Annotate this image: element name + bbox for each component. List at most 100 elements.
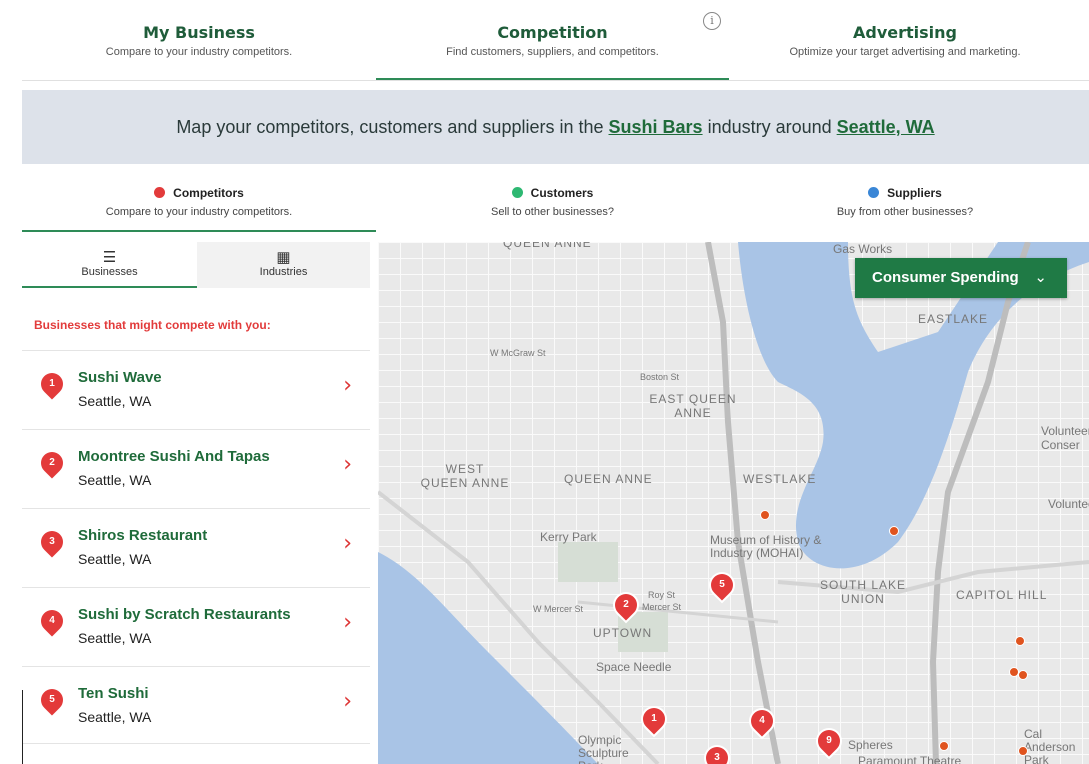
map-label: Spheres	[848, 738, 893, 752]
tab-subtitle: Optimize your target advertising and mar…	[789, 46, 1021, 58]
chevron-right-icon[interactable]: ›	[343, 373, 352, 398]
map-dot[interactable]	[760, 510, 770, 520]
map-label: Gas Works	[833, 242, 893, 256]
subtab-label: Businesses	[81, 266, 138, 278]
tab-subtitle: Compare to your industry competitors.	[105, 46, 293, 58]
map-label: W McGraw St	[490, 348, 546, 358]
category-competitors[interactable]: Competitors Compare to your industry com…	[22, 172, 376, 232]
business-row[interactable]: 1 Sushi Wave Seattle, WA ›	[22, 350, 370, 428]
subtab-businesses[interactable]: ☰ Businesses	[22, 242, 197, 288]
dropdown-label: Consumer Spending	[872, 269, 1019, 286]
map-dot[interactable]	[1018, 746, 1028, 756]
category-customers[interactable]: Customers Sell to other businesses?	[376, 172, 729, 232]
list-heading: Businesses that might compete with you:	[34, 318, 271, 332]
business-row[interactable]: 4 Sushi by Scratch Restaurants Seattle, …	[22, 587, 370, 665]
tab-title: My Business	[143, 23, 255, 42]
building-icon: ▦	[276, 249, 291, 266]
tab-competition[interactable]: Competition Find customers, suppliers, a…	[376, 6, 729, 80]
map-dot[interactable]	[889, 526, 899, 536]
category-title: Competitors	[173, 186, 244, 200]
map-label: Volunteer	[1048, 497, 1089, 511]
map-label: Mercer St	[642, 602, 682, 612]
business-name: Moontree Sushi And Tapas	[78, 448, 270, 465]
chevron-right-icon[interactable]: ›	[343, 689, 352, 714]
category-subtitle: Compare to your industry competitors.	[105, 206, 293, 218]
category-title: Customers	[530, 186, 594, 200]
competitor-map-pin[interactable]: 1	[638, 703, 670, 735]
subtab-industries[interactable]: ▦ Industries	[197, 242, 370, 288]
business-name: Sushi Wave	[78, 369, 162, 386]
info-icon[interactable]: i	[703, 12, 721, 30]
map-label: EAST QUEEN ANNE	[649, 392, 737, 420]
business-row[interactable]: 3 Shiros Restaurant Seattle, WA ›	[22, 508, 370, 586]
map-label: SOUTH LAKE UNION	[819, 578, 907, 606]
business-name: Shiros Restaurant	[78, 527, 208, 544]
map-view[interactable]: QUEEN ANNE Gas Works EASTLAKE W McGraw S…	[378, 242, 1089, 764]
map-label: WEST QUEEN ANNE	[420, 462, 510, 490]
banner-prefix: Map your competitors, customers and supp…	[176, 117, 609, 137]
map-pin-icon: 5	[36, 684, 68, 716]
map-label: QUEEN ANNE	[503, 242, 592, 250]
competitors-dot	[154, 187, 166, 198]
location-link[interactable]: Seattle, WA	[837, 117, 935, 137]
map-label: QUEEN ANNE	[564, 472, 653, 486]
suppliers-dot	[868, 187, 880, 198]
map-label: CAPITOL HILL	[956, 588, 1048, 602]
business-location: Seattle, WA	[78, 709, 152, 725]
category-subtitle: Sell to other businesses?	[491, 206, 614, 218]
tab-title: Advertising	[853, 23, 957, 42]
business-name: Ten Sushi	[78, 685, 149, 702]
map-pin-icon: 4	[36, 605, 68, 637]
chevron-right-icon[interactable]: ›	[343, 452, 352, 477]
business-location: Seattle, WA	[78, 551, 152, 567]
category-suppliers[interactable]: Suppliers Buy from other businesses?	[729, 172, 1081, 232]
map-dot[interactable]	[1018, 670, 1028, 680]
map-label: Cal Anderson Park	[1024, 727, 1076, 764]
competitor-map-pin[interactable]: 4	[746, 705, 778, 737]
subtab-label: Industries	[259, 266, 308, 278]
map-label: UPTOWN	[593, 626, 653, 640]
map-dot[interactable]	[939, 741, 949, 751]
tab-title: Competition	[497, 23, 608, 42]
chevron-down-icon: ⌄	[1034, 269, 1047, 286]
top-divider	[22, 80, 1089, 81]
map-label: Roy St	[648, 590, 676, 600]
map-pin-icon: 1	[36, 368, 68, 400]
map-label: EASTLAKE	[918, 312, 989, 326]
map-label: Kerry Park	[540, 530, 597, 544]
map-label: Boston St	[640, 372, 680, 382]
tab-subtitle: Find customers, suppliers, and competito…	[446, 46, 659, 58]
consumer-spending-dropdown[interactable]: Consumer Spending ⌄	[855, 258, 1067, 298]
divider	[22, 690, 23, 764]
map-label: W Mercer St	[533, 604, 584, 614]
category-title: Suppliers	[887, 186, 942, 200]
map-dot[interactable]	[1015, 636, 1025, 646]
map-label: Space Needle	[596, 660, 672, 674]
customers-dot	[511, 187, 523, 198]
map-label: Volunteer Conser	[1041, 424, 1089, 452]
competitor-map-pin[interactable]: 9	[813, 725, 845, 757]
tab-advertising[interactable]: Advertising Optimize your target adverti…	[729, 6, 1081, 80]
map-pin-icon: 3	[36, 526, 68, 558]
map-label: Paramount Theatre	[858, 754, 962, 764]
competitor-map-pin[interactable]: 2	[610, 589, 642, 621]
business-row[interactable]: 2 Moontree Sushi And Tapas Seattle, WA ›	[22, 429, 370, 507]
chevron-right-icon[interactable]: ›	[343, 531, 352, 556]
business-location: Seattle, WA	[78, 630, 152, 646]
map-label: Olympic Sculpture Park	[578, 733, 629, 764]
business-name: Sushi by Scratch Restaurants	[78, 606, 291, 623]
industry-link[interactable]: Sushi Bars	[609, 117, 703, 137]
business-location: Seattle, WA	[78, 472, 152, 488]
tab-my-business[interactable]: My Business Compare to your industry com…	[22, 6, 376, 80]
category-subtitle: Buy from other businesses?	[836, 206, 974, 218]
business-location: Seattle, WA	[78, 393, 152, 409]
list-icon: ☰	[102, 249, 117, 266]
business-row[interactable]: 5 Ten Sushi Seattle, WA ›	[22, 666, 370, 744]
map-label: WESTLAKE	[743, 472, 817, 486]
page-banner: Map your competitors, customers and supp…	[22, 90, 1089, 164]
competitor-map-pin[interactable]: 5	[706, 569, 738, 601]
chevron-right-icon[interactable]: ›	[343, 610, 352, 635]
map-label: Museum of History & Industry (MOHAI)	[710, 533, 822, 560]
banner-middle: industry around	[702, 117, 837, 137]
map-pin-icon: 2	[36, 447, 68, 479]
